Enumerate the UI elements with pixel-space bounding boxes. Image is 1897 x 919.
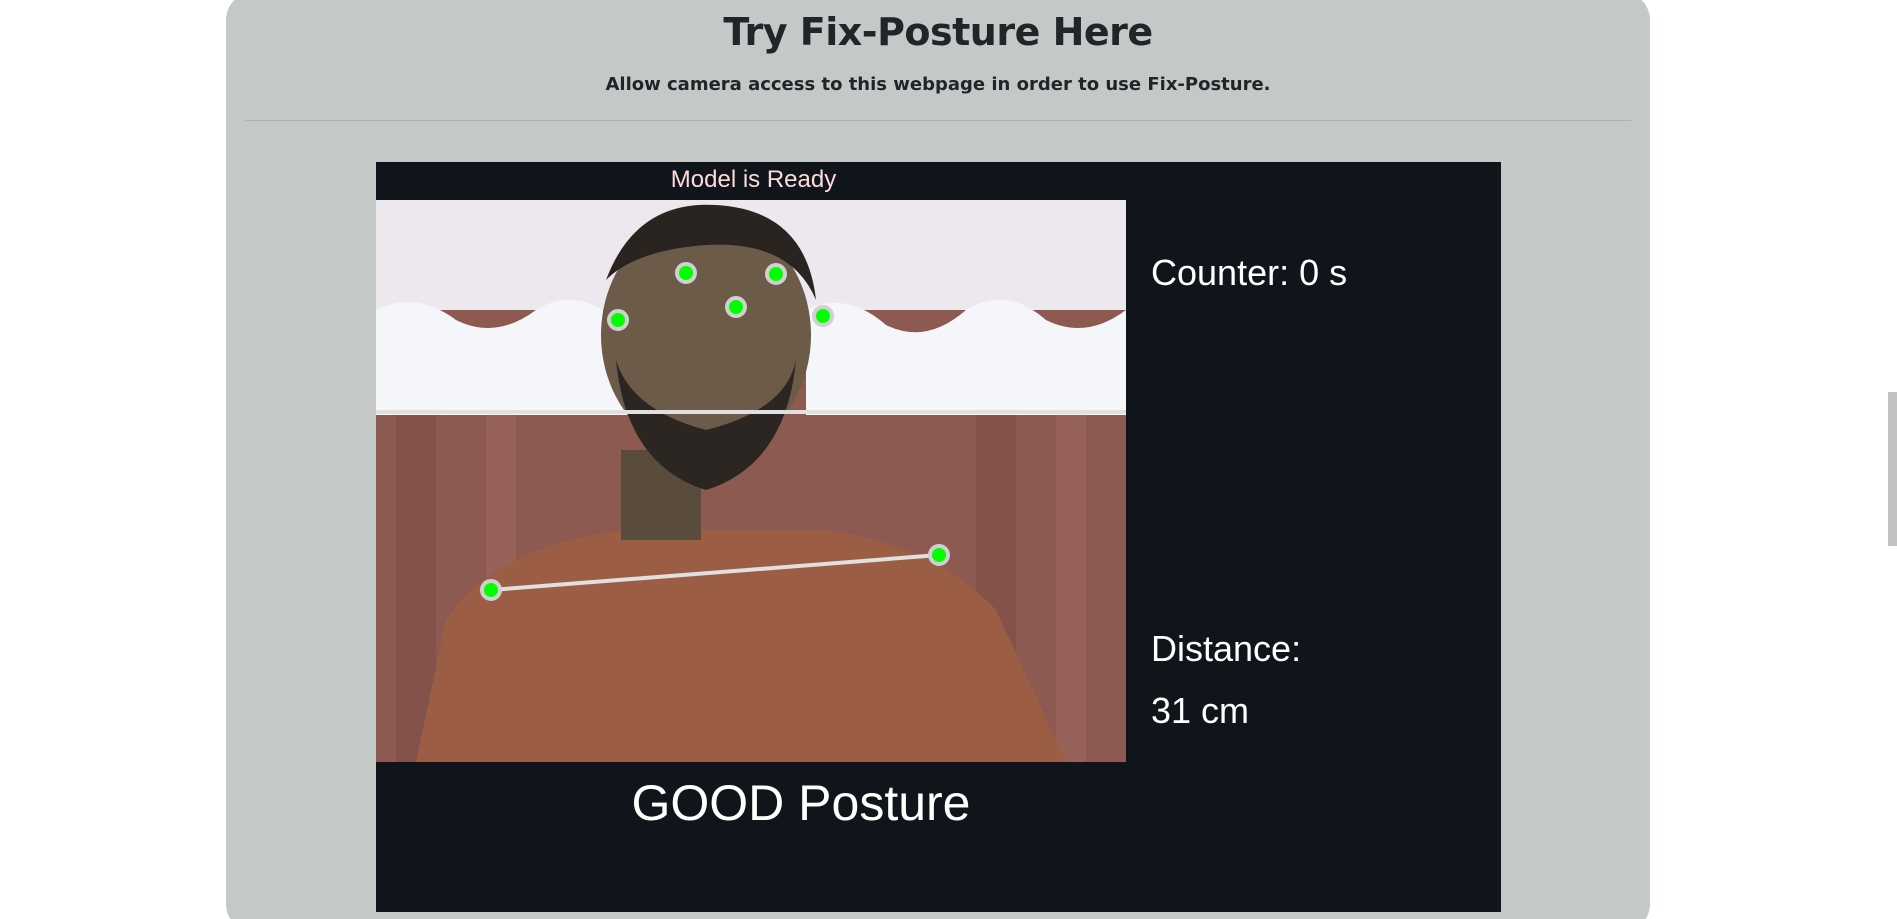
distance-value: 31 cm xyxy=(1151,690,1250,731)
posture-app-canvas: Model is Ready Counter: 0 s Distance: 31… xyxy=(376,162,1501,912)
page: Try Fix-Posture Here Allow camera access… xyxy=(0,0,1897,919)
section-title: Try Fix-Posture Here xyxy=(723,10,1153,54)
counter-label: Counter: xyxy=(1151,252,1290,293)
keypoint-left-eye xyxy=(765,263,787,285)
curtain-fold xyxy=(1056,415,1086,762)
keypoint-left-ear xyxy=(812,305,834,327)
section-subtitle: Allow camera access to this webpage in o… xyxy=(605,74,1271,95)
counter-value: 0 s xyxy=(1299,252,1348,293)
counter-readout: Counter: 0 s xyxy=(1151,252,1347,294)
keypoint-left-shoulder xyxy=(928,544,950,566)
page-scrollbar[interactable] xyxy=(1888,0,1897,919)
distance-label: Distance: xyxy=(1151,628,1302,669)
divider xyxy=(245,120,1631,121)
posture-status: GOOD Posture xyxy=(631,775,971,831)
webcam-frame xyxy=(376,200,1126,762)
keypoint-right-eye xyxy=(675,262,697,284)
model-status: Model is Ready xyxy=(670,166,837,193)
keypoint-right-shoulder xyxy=(480,579,502,601)
keypoint-nose xyxy=(725,296,747,318)
keypoint-right-ear xyxy=(607,309,629,331)
webcam-feed xyxy=(376,200,1126,762)
scrollbar-thumb[interactable] xyxy=(1888,392,1897,546)
